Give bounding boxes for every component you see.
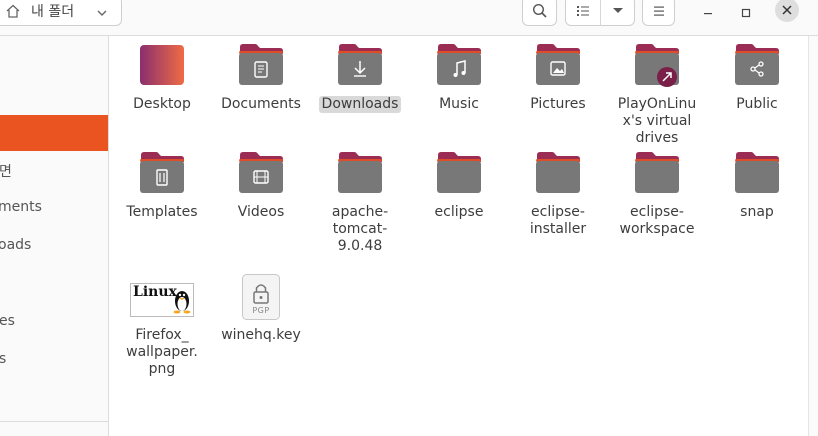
file-label-line: 9.0.48 [337, 238, 383, 254]
documents-folder-icon [237, 44, 285, 88]
file-label: Pictures [510, 96, 606, 113]
desktop-folder-icon [138, 44, 186, 88]
path-bar[interactable]: 내 폴더 [0, 0, 122, 26]
scrollbar-track[interactable] [808, 36, 818, 436]
pictures-folder-icon [534, 44, 582, 88]
sidebar-divider [0, 421, 108, 422]
image-thumbnail-icon: Linux [130, 275, 194, 319]
file-label: eclipse [411, 204, 507, 221]
menu-button[interactable] [642, 0, 675, 26]
file-label: Videos [213, 204, 309, 221]
video-folder-icon [237, 152, 285, 196]
share-folder-icon [733, 44, 781, 88]
file-label-line: Documents [221, 96, 301, 112]
file-label-line: Pictures [530, 96, 586, 112]
folder-icon [534, 152, 582, 196]
file-label: Templates [114, 204, 210, 221]
file-label-line: Desktop [133, 96, 191, 112]
minimize-button[interactable] [697, 2, 719, 24]
sidebar-item-videos[interactable]: s [0, 351, 6, 367]
file-label: Music [411, 96, 507, 113]
file-label-line: wallpaper. [126, 344, 198, 360]
sidebar: 면 ments oads es s [0, 36, 109, 436]
thumbnail-text: Linux [133, 284, 177, 300]
file-label: apache-tomcat- 9.0.48 [312, 204, 408, 255]
close-button[interactable] [775, 0, 799, 22]
sidebar-item-home-active[interactable] [0, 115, 108, 151]
file-label-line: eclipse [434, 204, 484, 220]
file-label-line: Templates [126, 204, 198, 220]
file-label-line: Music [439, 96, 479, 112]
folder-icon [733, 152, 781, 196]
sidebar-item-desktop[interactable]: 면 [0, 161, 12, 181]
file-label-line: eclipse- [531, 204, 585, 220]
file-label-line: drives [635, 130, 679, 146]
view-divider [600, 0, 601, 25]
pgp-badge: PGP [252, 306, 270, 315]
pgp-key-icon: PGP [242, 274, 280, 320]
file-label: winehq.key [213, 327, 309, 344]
folder-icon [633, 152, 681, 196]
file-label: Desktop [114, 96, 210, 113]
file-label: PlayOnLinu x's virtual drives [609, 96, 705, 147]
link-folder-icon [633, 44, 681, 88]
search-button[interactable] [522, 0, 557, 26]
downloads-folder-icon [336, 44, 384, 88]
file-label-line: apache- [331, 204, 389, 220]
file-label-line: Videos [237, 204, 285, 220]
home-icon[interactable] [5, 3, 21, 19]
sidebar-item-pictures[interactable]: es [0, 313, 15, 329]
file-label-line: snap [740, 204, 774, 220]
file-label-line: tomcat- [332, 221, 388, 237]
file-label: Firefox_ wallpaper. png [114, 327, 210, 378]
file-label-line: PlayOnLinu [617, 96, 697, 112]
maximize-button[interactable] [735, 2, 757, 24]
sidebar-item-downloads[interactable]: oads [0, 237, 31, 253]
file-label: snap [709, 204, 805, 221]
music-folder-icon [435, 44, 483, 88]
header-bar: 내 폴더 [0, 0, 818, 36]
templates-folder-icon [138, 152, 186, 196]
file-label-line: png [148, 361, 176, 377]
file-label: eclipse-workspace [609, 204, 705, 238]
view-toggle-button[interactable] [565, 0, 635, 26]
file-label-line: x's virtual [622, 113, 692, 129]
file-label-line: Firefox_ [135, 327, 189, 343]
file-label-line: eclipse- [630, 204, 684, 220]
folder-icon [435, 152, 483, 196]
file-label-line: winehq.key [221, 327, 301, 343]
file-label-line: installer [529, 221, 587, 237]
file-label: Downloads [312, 96, 408, 113]
chevron-down-icon[interactable] [96, 4, 108, 16]
file-label: Documents [213, 96, 309, 113]
selected-label-highlight: Downloads [318, 96, 402, 113]
folder-icon [336, 152, 384, 196]
file-label-line: Public [736, 96, 778, 112]
file-label: eclipse-installer [510, 204, 606, 238]
path-label[interactable]: 내 폴더 [31, 1, 74, 21]
file-label-line: workspace [619, 221, 695, 237]
file-label: Public [709, 96, 805, 113]
sidebar-item-documents[interactable]: ments [0, 199, 42, 215]
